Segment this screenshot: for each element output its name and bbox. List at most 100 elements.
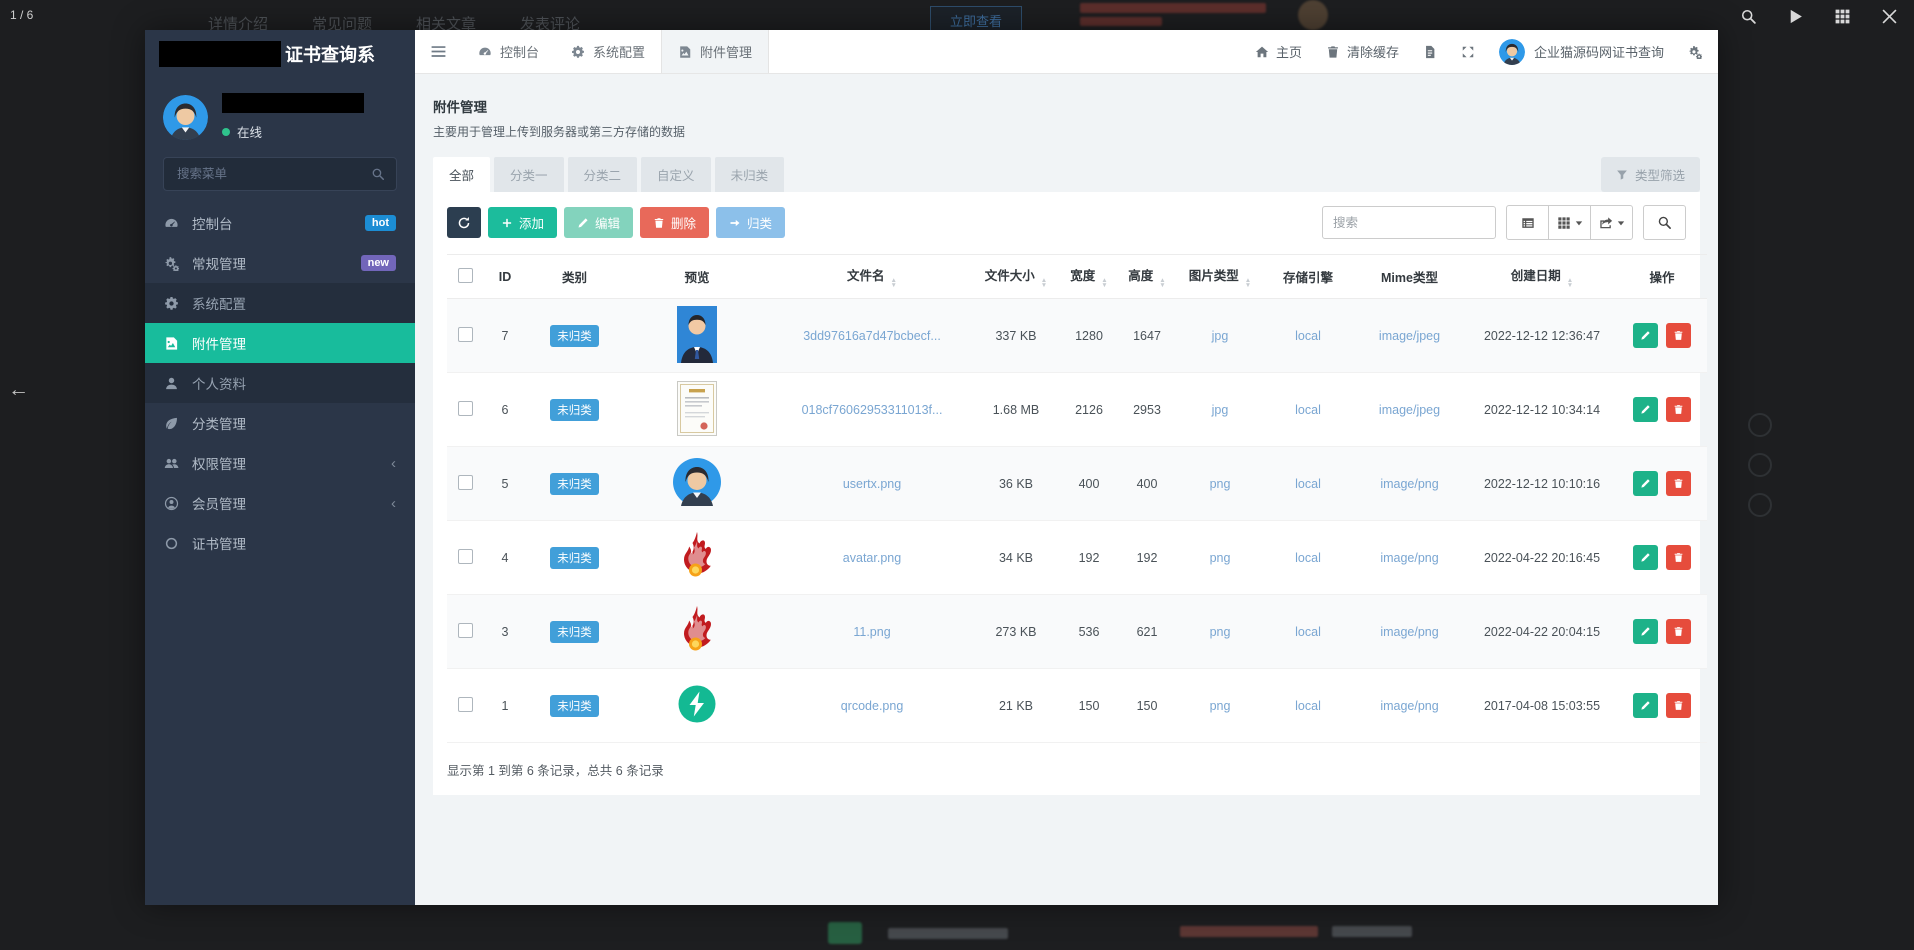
sidebar-item-分类管理[interactable]: 分类管理 [145,403,415,443]
column-header-高度[interactable]: 高度▲▼ [1118,255,1176,299]
filename-link[interactable]: 018cf76062953311013f... [802,403,943,417]
row-checkbox[interactable] [458,327,473,342]
export-button[interactable] [1590,205,1633,240]
thumbnails-grid-icon[interactable] [1834,8,1851,25]
column-header-文件名[interactable]: 文件名▲▼ [772,255,972,299]
mime-type-link[interactable]: image/png [1380,551,1438,565]
row-delete-button[interactable] [1666,693,1691,718]
zoom-icon[interactable] [1740,8,1757,25]
navbar-tab-控制台[interactable]: 控制台 [462,30,555,73]
row-edit-button[interactable] [1633,545,1658,570]
mime-type-link[interactable]: image/png [1380,699,1438,713]
edit-button[interactable]: 编辑 [564,207,633,238]
flame-preview[interactable] [676,605,718,655]
certificate-preview[interactable] [677,381,717,436]
row-delete-button[interactable] [1666,471,1691,496]
docs-button[interactable] [1423,45,1437,59]
sidebar-item-控制台[interactable]: 控制台 hot [145,203,415,243]
filename-link[interactable]: usertx.png [843,477,901,491]
row-edit-button[interactable] [1633,693,1658,718]
select-all-header [447,255,483,299]
row-delete-button[interactable] [1666,323,1691,348]
previous-image-arrow[interactable]: ← [8,378,29,402]
storage-engine-link[interactable]: local [1295,699,1321,713]
column-header-文件大小[interactable]: 文件大小▲▼ [972,255,1060,299]
add-button[interactable]: 添加 [488,207,557,238]
flame-preview[interactable] [676,531,718,581]
filename-link[interactable]: 11.png [853,625,890,639]
category-tab-全部[interactable]: 全部 [433,157,490,192]
row-delete-button[interactable] [1666,545,1691,570]
image-type-link[interactable]: jpg [1212,329,1229,343]
category-tab-自定义[interactable]: 自定义 [641,157,711,192]
boy-avatar-preview[interactable] [673,458,721,506]
classify-button[interactable]: 归类 [716,207,785,238]
navbar-tab-系统配置[interactable]: 系统配置 [555,30,661,73]
mime-type-link[interactable]: image/jpeg [1379,329,1440,343]
image-type-link[interactable]: png [1210,551,1231,565]
sidebar-item-系统配置[interactable]: 系统配置 [145,283,415,323]
sidebar-search-input[interactable] [175,166,371,182]
row-edit-button[interactable] [1633,323,1658,348]
image-type-link[interactable]: png [1210,699,1231,713]
type-filter-button[interactable]: 类型筛选 [1601,157,1700,192]
add-label: 添加 [519,213,544,232]
column-header-图片类型[interactable]: 图片类型▲▼ [1176,255,1264,299]
row-edit-button[interactable] [1633,471,1658,496]
navbar-tab-附件管理[interactable]: 附件管理 [661,30,769,73]
storage-engine-link[interactable]: local [1295,625,1321,639]
sidebar-item-个人资料[interactable]: 个人资料 [145,363,415,403]
id-photo-preview[interactable] [677,306,717,363]
storage-engine-link[interactable]: local [1295,403,1321,417]
search-toggle-button[interactable] [1643,205,1686,240]
menu-toggle-icon[interactable] [430,43,450,60]
clear-cache-button[interactable]: 清除缓存 [1326,42,1399,61]
image-type-link[interactable]: png [1210,625,1231,639]
slideshow-play-icon[interactable] [1787,8,1804,25]
row-checkbox[interactable] [458,401,473,416]
sidebar-item-常规管理[interactable]: 常规管理 new [145,243,415,283]
row-checkbox[interactable] [458,549,473,564]
filename-link[interactable]: 3dd97616a7d47bcbecf... [803,329,941,343]
storage-engine-link[interactable]: local [1295,477,1321,491]
select-all-checkbox[interactable] [458,268,473,283]
row-checkbox[interactable] [458,697,473,712]
row-delete-button[interactable] [1666,619,1691,644]
fullscreen-button[interactable] [1461,45,1475,59]
close-icon[interactable] [1881,8,1898,25]
storage-engine-link[interactable]: local [1295,551,1321,565]
category-tab-分类一[interactable]: 分类一 [494,157,564,192]
settings-button[interactable] [1688,45,1702,59]
table-panel: 添加 编辑 删除 归类 [433,192,1700,795]
row-checkbox[interactable] [458,475,473,490]
refresh-button[interactable] [447,207,481,238]
mime-type-link[interactable]: image/png [1380,477,1438,491]
columns-button[interactable] [1548,205,1591,240]
table-search-input[interactable] [1322,206,1496,239]
sidebar-item-附件管理[interactable]: 附件管理 [145,323,415,363]
mime-type-link[interactable]: image/jpeg [1379,403,1440,417]
row-edit-button[interactable] [1633,619,1658,644]
home-button[interactable]: 主页 [1255,42,1302,61]
category-tab-分类二[interactable]: 分类二 [568,157,638,192]
row-checkbox[interactable] [458,623,473,638]
profile-menu[interactable]: 企业猫源码网证书查询 [1499,39,1664,65]
filename-link[interactable]: qrcode.png [841,699,904,713]
storage-engine-link[interactable]: local [1295,329,1321,343]
image-type-link[interactable]: png [1210,477,1231,491]
category-tab-未归类[interactable]: 未归类 [715,157,785,192]
row-delete-button[interactable] [1666,397,1691,422]
sidebar-item-证书管理[interactable]: 证书管理 [145,523,415,563]
image-type-link[interactable]: jpg [1212,403,1229,417]
sidebar-item-label: 系统配置 [192,293,246,313]
column-header-创建日期[interactable]: 创建日期▲▼ [1467,255,1617,299]
sidebar-item-会员管理[interactable]: 会员管理 ‹ [145,483,415,523]
bolt-preview[interactable] [678,685,716,723]
detail-view-button[interactable] [1506,205,1549,240]
delete-button[interactable]: 删除 [640,207,709,238]
column-header-宽度[interactable]: 宽度▲▼ [1060,255,1118,299]
row-edit-button[interactable] [1633,397,1658,422]
mime-type-link[interactable]: image/png [1380,625,1438,639]
filename-link[interactable]: avatar.png [843,551,901,565]
sidebar-item-权限管理[interactable]: 权限管理 ‹ [145,443,415,483]
